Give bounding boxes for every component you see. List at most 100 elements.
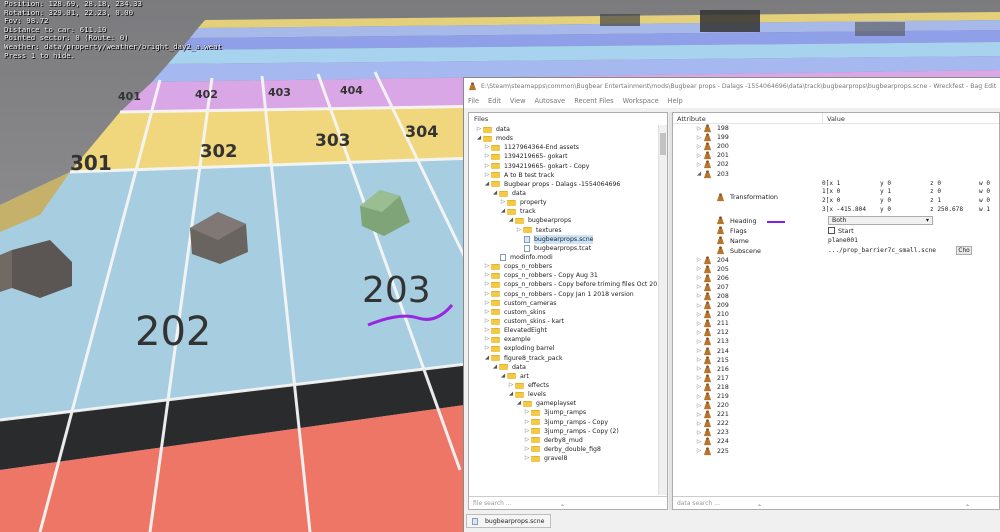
menu-file[interactable]: File bbox=[468, 97, 479, 105]
tree-item[interactable]: ▷ data bbox=[469, 125, 657, 134]
choose-button[interactable]: Cho bbox=[956, 246, 973, 256]
attribute-node[interactable]: ▷ 202 bbox=[673, 160, 999, 169]
tree-item[interactable]: ▷ gravel8 bbox=[469, 454, 657, 463]
tree-item[interactable]: ▷ cops_n_robbers - Copy before triming fi… bbox=[469, 280, 657, 289]
expand-arrow-icon[interactable]: ▷ bbox=[523, 454, 531, 463]
tree-item[interactable]: modinfo.modi bbox=[469, 253, 657, 262]
expand-arrow-icon[interactable]: ▷ bbox=[483, 280, 491, 289]
splitter-grip-icon[interactable]: ⌃ bbox=[560, 504, 565, 511]
attribute-node[interactable]: ▷ 222 bbox=[673, 419, 999, 428]
expand-arrow-icon[interactable]: ▷ bbox=[695, 421, 703, 427]
tree-item[interactable]: bugbearprops.scne bbox=[469, 234, 657, 244]
attribute-node[interactable]: ▷ 221 bbox=[673, 410, 999, 419]
collapse-arrow-icon[interactable]: ◢ bbox=[507, 390, 515, 399]
expand-arrow-icon[interactable]: ▷ bbox=[483, 162, 491, 171]
expand-arrow-icon[interactable]: ▷ bbox=[523, 427, 531, 436]
collapse-arrow-icon[interactable]: ◢ bbox=[507, 216, 515, 225]
files-scrollbar[interactable] bbox=[658, 125, 667, 495]
expand-arrow-icon[interactable]: ▷ bbox=[475, 125, 483, 134]
tree-item[interactable]: ◢ figure8_track_pack bbox=[469, 354, 657, 363]
collapse-arrow-icon[interactable]: ◢ bbox=[491, 363, 499, 372]
menu-autosave[interactable]: Autosave bbox=[534, 97, 565, 105]
expand-arrow-icon[interactable]: ▷ bbox=[695, 448, 703, 454]
menu-recent-files[interactable]: Recent Files bbox=[574, 97, 613, 105]
tree-item[interactable]: ▷ example bbox=[469, 335, 657, 344]
expand-arrow-icon[interactable]: ▷ bbox=[695, 303, 703, 309]
menu-help[interactable]: Help bbox=[668, 97, 683, 105]
tree-item[interactable]: ◢ Bugbear props - Dalags -1554064696 bbox=[469, 180, 657, 189]
attribute-node[interactable]: ▷ 213 bbox=[673, 337, 999, 346]
attribute-node[interactable]: ▷ 217 bbox=[673, 374, 999, 383]
attribute-node[interactable]: ▷ 215 bbox=[673, 356, 999, 365]
tree-item[interactable]: ◢ data bbox=[469, 363, 657, 372]
tree-item[interactable]: ▷ 3jump_ramps bbox=[469, 408, 657, 417]
expand-arrow-icon[interactable]: ▷ bbox=[695, 135, 703, 141]
attribute-node[interactable]: ▷ 201 bbox=[673, 151, 999, 160]
attribute-node[interactable]: ▷ 199 bbox=[673, 133, 999, 142]
tree-item[interactable]: ◢ data bbox=[469, 189, 657, 198]
expand-arrow-icon[interactable]: ▷ bbox=[695, 430, 703, 436]
tree-item[interactable]: ▷ exploding barrel bbox=[469, 344, 657, 353]
tree-item[interactable]: ▷ derby8_mud bbox=[469, 436, 657, 445]
collapse-arrow-icon[interactable]: ◢ bbox=[695, 171, 703, 177]
collapse-arrow-icon[interactable]: ◢ bbox=[499, 207, 507, 216]
expand-arrow-icon[interactable]: ▷ bbox=[695, 321, 703, 327]
expand-arrow-icon[interactable]: ▷ bbox=[483, 326, 491, 335]
transformation-matrix[interactable]: 0[x 1 y 0 z 0 w 0 1[x 0 y 1 z 0 w 0 2[x 0 y 0 z … bbox=[822, 180, 999, 214]
expand-arrow-icon[interactable]: ▷ bbox=[695, 257, 703, 263]
expand-arrow-icon[interactable]: ▷ bbox=[695, 366, 703, 372]
title-bar[interactable]: E:\Steam\steamapps\common\Bugbear Entert… bbox=[464, 78, 1000, 94]
tree-item[interactable]: ◢ mods bbox=[469, 134, 657, 143]
tree-item[interactable]: ◢ bugbearprops bbox=[469, 216, 657, 225]
expand-arrow-icon[interactable]: ▷ bbox=[483, 308, 491, 317]
attribute-node[interactable]: ▷ 214 bbox=[673, 346, 999, 356]
tree-item[interactable]: ▷ effects bbox=[469, 381, 657, 390]
expand-arrow-icon[interactable]: ▷ bbox=[483, 152, 491, 161]
tree-item[interactable]: ◢ gameplayset bbox=[469, 399, 657, 408]
expand-arrow-icon[interactable]: ▷ bbox=[695, 266, 703, 272]
collapse-arrow-icon[interactable]: ◢ bbox=[515, 399, 523, 408]
tree-item[interactable]: ▷ 1127964364-End assets bbox=[469, 143, 657, 152]
expand-arrow-icon[interactable]: ▷ bbox=[695, 153, 703, 159]
expand-arrow-icon[interactable]: ▷ bbox=[695, 339, 703, 345]
expand-arrow-icon[interactable]: ▷ bbox=[695, 403, 703, 409]
expand-arrow-icon[interactable]: ▷ bbox=[695, 293, 703, 299]
name-value-field[interactable]: plane001 bbox=[828, 237, 858, 244]
attribute-node[interactable]: ▷ 223 bbox=[673, 428, 999, 437]
expand-arrow-icon[interactable]: ▷ bbox=[523, 418, 531, 427]
expand-arrow-icon[interactable]: ▷ bbox=[499, 198, 507, 207]
expand-arrow-icon[interactable]: ▷ bbox=[523, 436, 531, 445]
attribute-node[interactable]: ▷ 198 bbox=[673, 124, 999, 133]
tree-item[interactable]: ▷ cops_n_robbers bbox=[469, 262, 657, 271]
tree-item[interactable]: ▷ property bbox=[469, 198, 657, 207]
attribute-node[interactable]: ▷ 211 bbox=[673, 319, 999, 328]
attribute-node[interactable]: ▷ 200 bbox=[673, 142, 999, 151]
attribute-node[interactable]: ▷ 207 bbox=[673, 283, 999, 292]
attribute-node[interactable]: ▷ 205 bbox=[673, 265, 999, 274]
attribute-node[interactable]: ▷ 225 bbox=[673, 446, 999, 456]
expand-arrow-icon[interactable]: ▷ bbox=[695, 275, 703, 281]
tree-item[interactable]: ▷ custom_skins bbox=[469, 308, 657, 317]
menu-edit[interactable]: Edit bbox=[488, 97, 501, 105]
expand-arrow-icon[interactable]: ▷ bbox=[483, 271, 491, 280]
attribute-node[interactable]: ▷ 204 bbox=[673, 255, 999, 265]
scrollbar-thumb[interactable] bbox=[660, 133, 666, 155]
attribute-node[interactable]: ▷ 210 bbox=[673, 310, 999, 319]
menu-view[interactable]: View bbox=[510, 97, 526, 105]
menu-workspace[interactable]: Workspace bbox=[623, 97, 659, 105]
start-checkbox[interactable] bbox=[828, 227, 835, 235]
tree-item[interactable]: ▷ custom_cameras bbox=[469, 299, 657, 308]
attribute-node[interactable]: ▷ 218 bbox=[673, 383, 999, 392]
tree-item[interactable]: ▷ custom_skins - kart bbox=[469, 317, 657, 326]
expand-arrow-icon[interactable]: ▷ bbox=[483, 262, 491, 271]
tree-item[interactable]: ▷ cops_n_robbers - Copy Aug 31 bbox=[469, 271, 657, 280]
expand-arrow-icon[interactable]: ▷ bbox=[695, 412, 703, 418]
attribute-node[interactable]: ▷ 208 bbox=[673, 292, 999, 301]
expand-arrow-icon[interactable]: ▷ bbox=[483, 143, 491, 152]
tree-item[interactable]: ▷ ElevatedEight bbox=[469, 326, 657, 335]
expand-arrow-icon[interactable]: ▷ bbox=[695, 126, 703, 132]
value-column-header[interactable]: Value bbox=[823, 113, 849, 123]
expand-arrow-icon[interactable]: ▷ bbox=[483, 344, 491, 353]
expand-arrow-icon[interactable]: ▷ bbox=[507, 381, 515, 390]
collapse-arrow-icon[interactable]: ◢ bbox=[483, 354, 491, 363]
